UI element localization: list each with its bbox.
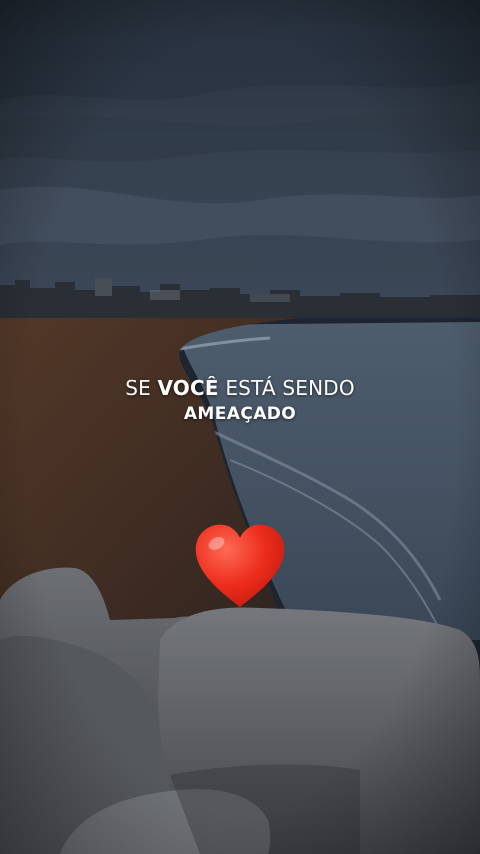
red-heart-icon xyxy=(195,524,285,608)
caption-line-1: SE VOCÊ ESTÁ SENDO xyxy=(0,374,480,402)
video-frame: SE VOCÊ ESTÁ SENDO AMEAÇADO xyxy=(0,0,480,854)
caption-line-2: AMEAÇADO xyxy=(183,404,297,424)
caption-line-1-prefix: SE xyxy=(125,376,158,400)
caption-text: SE VOCÊ ESTÁ SENDO AMEAÇADO xyxy=(0,374,480,426)
caption-line-1-emphasis: VOCÊ xyxy=(157,376,219,400)
caption-line-1-suffix: ESTÁ SENDO xyxy=(218,376,355,400)
beach-background xyxy=(0,0,480,854)
